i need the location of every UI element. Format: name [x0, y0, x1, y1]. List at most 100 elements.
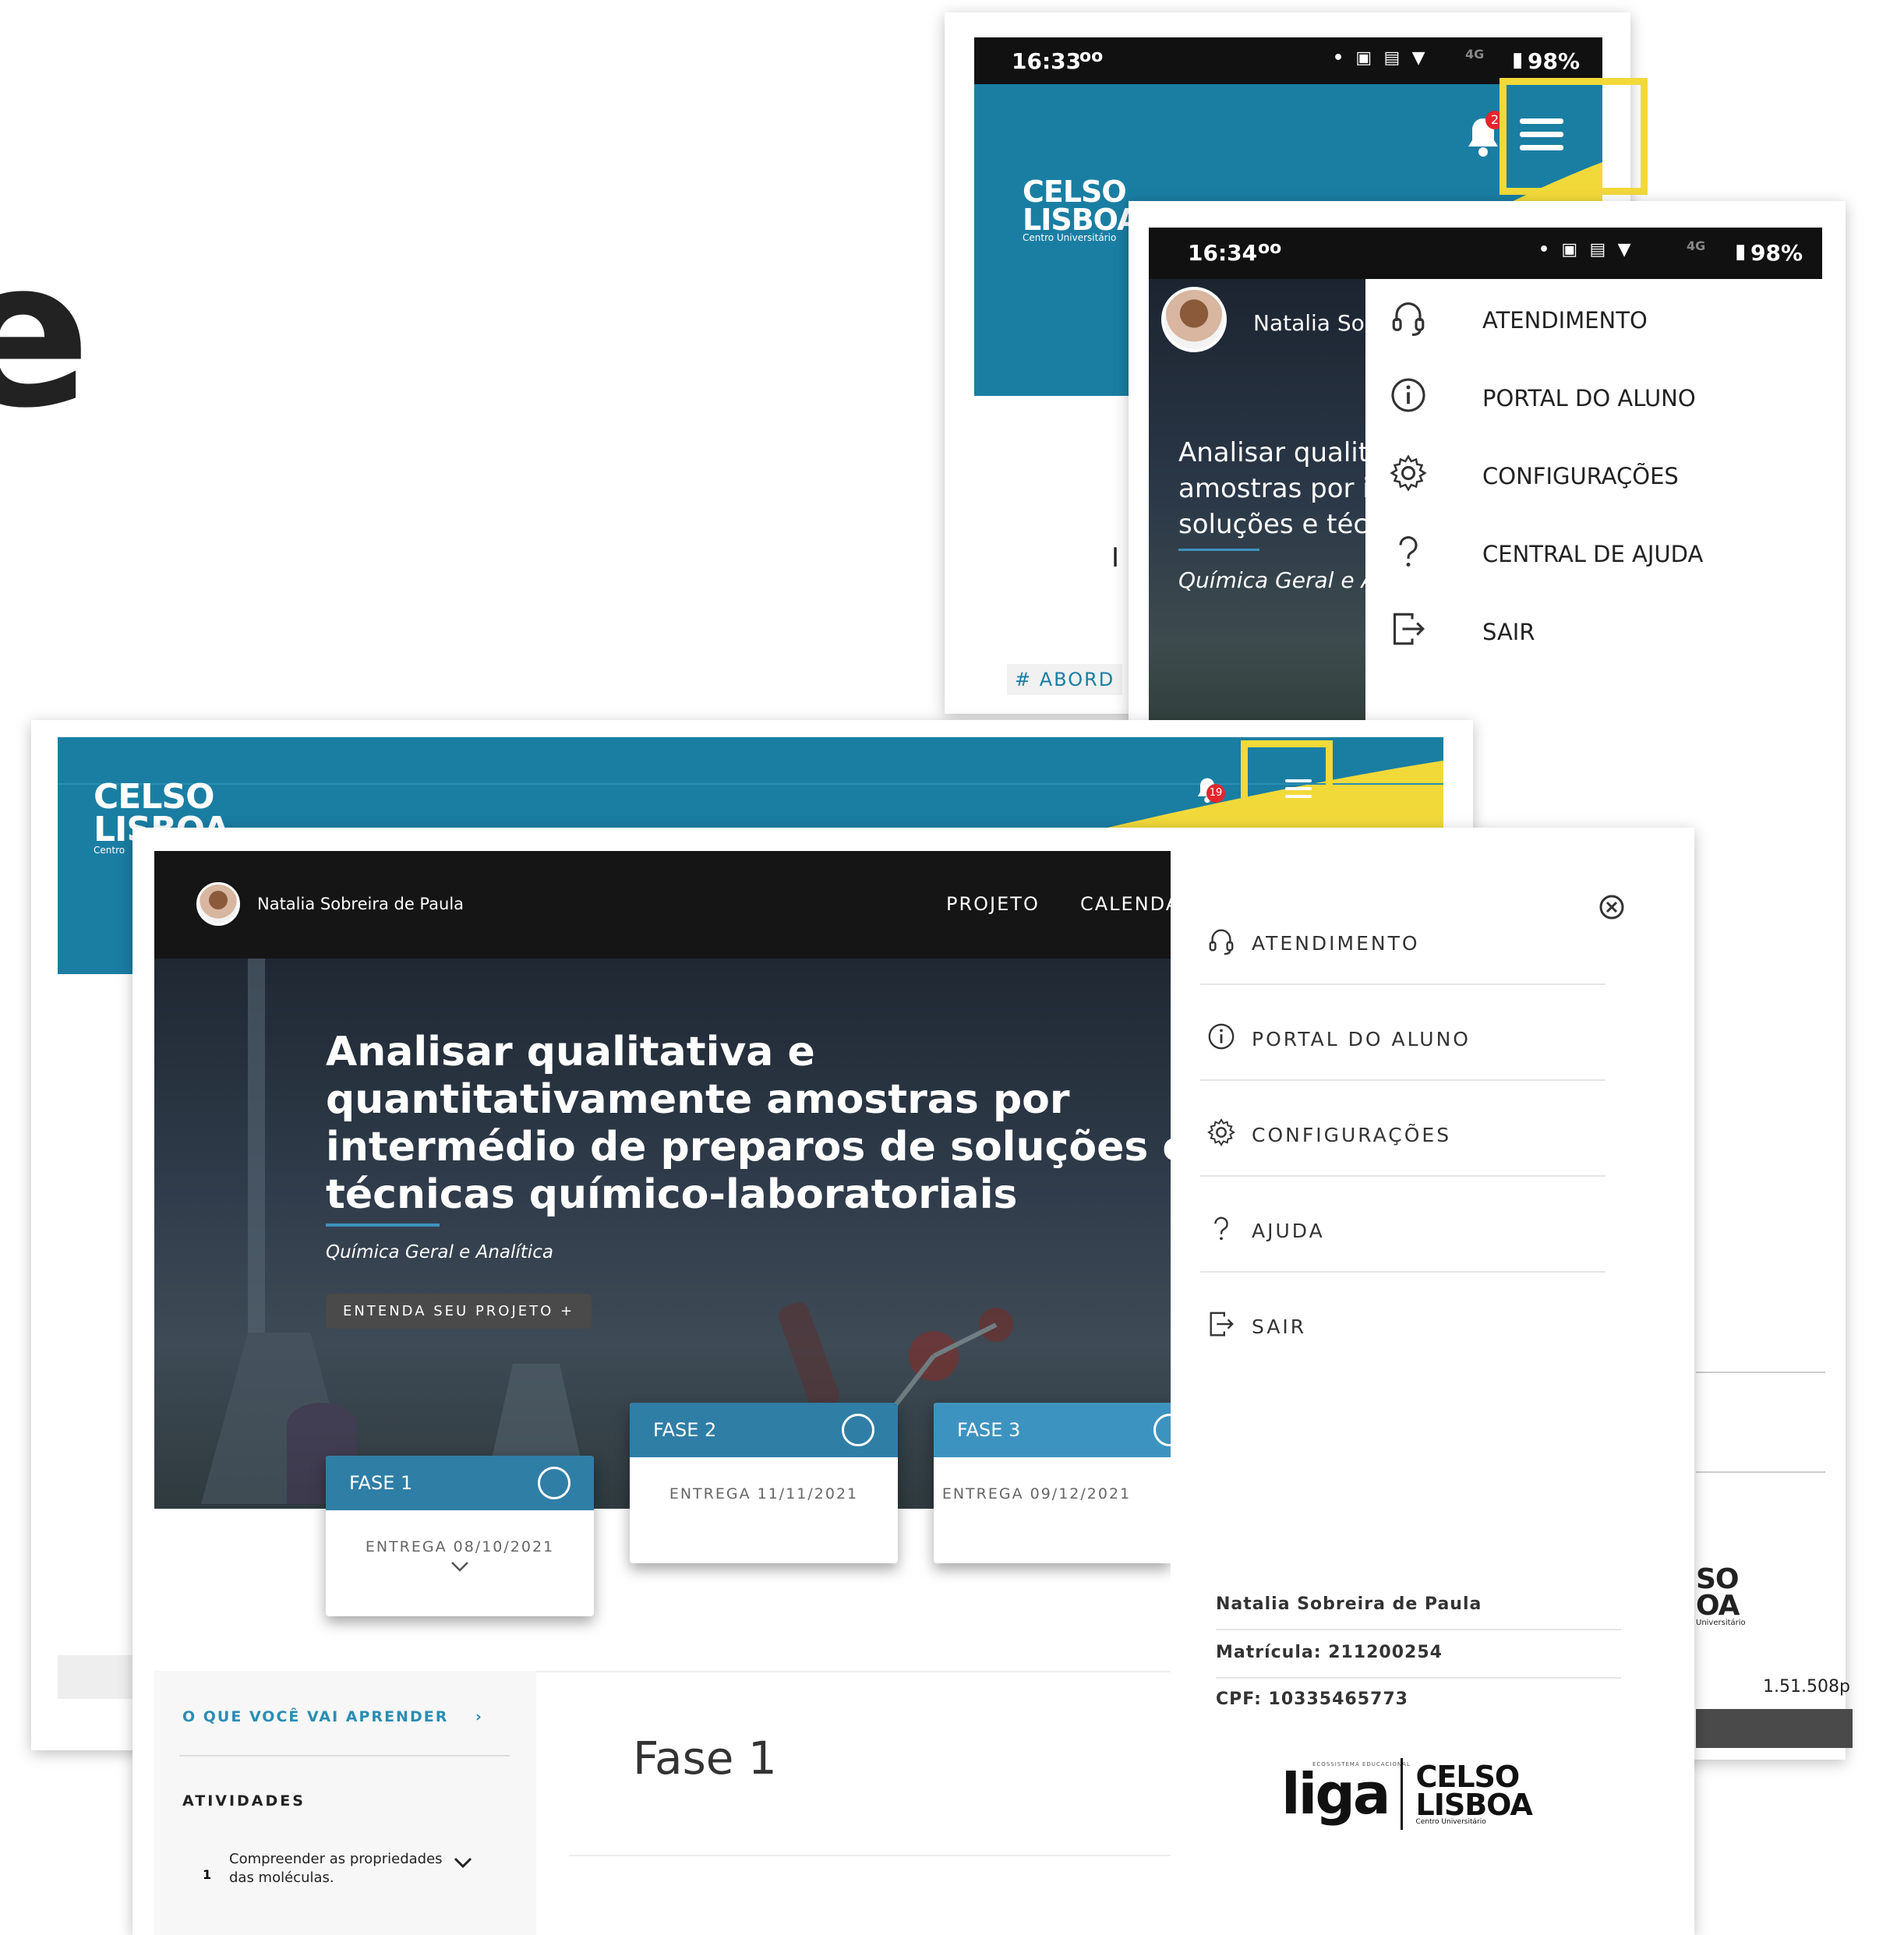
phase-1-status-circle[interactable]: [538, 1467, 570, 1499]
phone1-bell-icon[interactable]: 2: [1465, 111, 1504, 162]
panel-menu-label: PORTAL DO ALUNO: [1252, 1027, 1471, 1050]
learn-link[interactable]: O QUE VOCÊ VAI APRENDER ›: [182, 1708, 483, 1725]
panel-menu-divider: [1200, 1079, 1606, 1081]
phone1-hidden-text: I: [1111, 542, 1120, 574]
sidebar-divider: [179, 1755, 510, 1757]
phone2-menu-item-configura-es[interactable]: CONFIGURAÇÕES: [1389, 454, 1679, 498]
phone2-menu-item-central-de-ajuda[interactable]: CENTRAL DE AJUDA: [1389, 531, 1703, 576]
phase-card-1[interactable]: FASE 1 ENTREGA 08/10/2021: [326, 1456, 594, 1616]
phone2-course: Química Geral e A: [1178, 567, 1365, 593]
panel-menu-label: SAIR: [1252, 1315, 1307, 1338]
phase-2-date: ENTREGA 11/11/2021: [669, 1485, 859, 1502]
phone2-menu-label: CONFIGURAÇÕES: [1482, 462, 1679, 489]
phone2-status-bar: 16:34 oo • ▣ ▤ ▼ 4G ▮ 98%: [1149, 228, 1822, 279]
phase-2-header: FASE 2: [630, 1403, 898, 1457]
phone2-menu-item-sair[interactable]: SAIR: [1389, 609, 1535, 654]
phone2-right-logo: SO OA Universitário: [1696, 1563, 1746, 1628]
desktop-cta-button[interactable]: ENTENDA SEU PROJETO +: [326, 1294, 592, 1329]
phase-3-header: FASE 3: [934, 1403, 1171, 1457]
logout-icon: [1389, 609, 1428, 654]
phone1-status-bar: 16:33 oo • ▣ ▤ ▼ 4G ▮ 98%: [974, 37, 1602, 84]
phase-2-title: FASE 2: [653, 1419, 717, 1441]
phase-1-chevron-down-icon[interactable]: [326, 1560, 594, 1575]
panel-menu-label: AJUDA: [1252, 1219, 1325, 1242]
desktop-bg-notif-badge: 19: [1206, 784, 1225, 803]
panel-footer-logo-celso: CELSO LISBOA Centro Universitário: [1415, 1759, 1532, 1826]
background-heading-fragment: e: [0, 217, 91, 453]
phone1-time: 16:33: [1012, 48, 1082, 74]
phone2-battery-icon: ▮: [1735, 240, 1747, 263]
activities-title: ATIVIDADES: [182, 1792, 306, 1810]
phone1-battery: 98%: [1528, 48, 1581, 74]
phase-heading-divider: [569, 1855, 1171, 1856]
desktop-nav-projeto[interactable]: PROJETO: [946, 893, 1040, 915]
panel-menu-item-atendimento[interactable]: ATENDIMENTO: [1206, 926, 1420, 960]
phone2-menu-item-portal-do-aluno[interactable]: PORTAL DO ALUNO: [1389, 376, 1696, 420]
panel-menu-divider: [1200, 983, 1606, 985]
headset-icon: [1206, 926, 1236, 960]
phone2-menu-label: SAIR: [1482, 618, 1535, 645]
phase-3-status-circle[interactable]: [1153, 1414, 1171, 1446]
panel-info-divider-2: [1216, 1677, 1621, 1679]
phone2-menu-label: CENTRAL DE AJUDA: [1482, 540, 1704, 567]
panel-menu-item-portal-do-aluno[interactable]: PORTAL DO ALUNO: [1206, 1022, 1471, 1056]
desktop-course: Química Geral e Analítica: [326, 1242, 553, 1262]
phone2-voicemail-icon: oo: [1258, 238, 1282, 258]
phone1-tag: # ABORD: [1007, 664, 1123, 695]
close-icon[interactable]: [1598, 893, 1626, 924]
panel-footer-logo-small: ECOSSISTEMA EDUCACIONAL: [1312, 1761, 1411, 1767]
desktop-user-name[interactable]: Natalia Sobreira de Paula: [257, 895, 464, 913]
phase-3-title: FASE 3: [957, 1419, 1021, 1441]
desktop-hero-line2: quantitativamente amostras por: [326, 1076, 1070, 1123]
phone1-menu-highlight: [1500, 78, 1648, 195]
desktop-avatar[interactable]: [196, 882, 240, 926]
phone2-hero-line1: Analisar qualit: [1178, 437, 1365, 468]
panel-cpf: CPF: 10335465773: [1216, 1690, 1408, 1709]
phase-card-3[interactable]: FASE 3 ENTREGA 09/12/2021: [934, 1403, 1171, 1563]
panel-menu-item-configura-es[interactable]: CONFIGURAÇÕES: [1206, 1118, 1451, 1152]
phase-1-title: FASE 1: [349, 1472, 413, 1494]
desktop-hero-line1: Analisar qualitativa e: [326, 1029, 815, 1075]
phone1-signal: 4G: [1465, 47, 1485, 62]
desktop-bg-bell-icon[interactable]: 19: [1196, 776, 1225, 807]
panel-menu-item-sair[interactable]: SAIR: [1206, 1309, 1306, 1344]
phone2-hero-title: Analisar qualit amostras por i soluções …: [1178, 435, 1365, 542]
desktop-hero-line4: técnicas químico-laboratoriais: [326, 1171, 1018, 1218]
desktop-title-underline: [326, 1223, 440, 1227]
phone2-right-divider-2: [1696, 1471, 1825, 1473]
panel-info-divider-1: [1216, 1629, 1621, 1630]
phone2-right-dark-bar: [1696, 1709, 1853, 1748]
panel-footer-logo-liga: liga: [1281, 1761, 1390, 1827]
phone2-hero-line3: soluções e técn: [1178, 509, 1365, 540]
panel-menu-label: ATENDIMENTO: [1252, 931, 1420, 955]
panel-user-name: Natalia Sobreira de Paula: [1216, 1594, 1482, 1614]
panel-menu-label: CONFIGURAÇÕES: [1252, 1123, 1452, 1146]
headset-icon: [1389, 298, 1428, 342]
activity-chevron-down-icon[interactable]: [454, 1856, 472, 1871]
phone1-logo: CELSO LISBOA Centro Universitário: [1023, 177, 1139, 243]
activity-item[interactable]: Compreender as propriedades das moléculas…: [229, 1850, 443, 1887]
learn-chevron-right-icon: ›: [475, 1708, 483, 1725]
panel-menu-item-ajuda[interactable]: AJUDA: [1206, 1213, 1325, 1248]
phone2-avatar: [1161, 287, 1227, 352]
phase-card-2[interactable]: FASE 2 ENTREGA 11/11/2021: [630, 1403, 898, 1563]
gear-icon: [1206, 1118, 1236, 1152]
phone2-right-divider-1: [1696, 1372, 1825, 1373]
help-icon: [1206, 1213, 1236, 1248]
desktop-hero-title: Analisar qualitativa e quantitativamente…: [326, 1029, 1171, 1219]
desktop-menu-highlight: [1241, 740, 1333, 837]
info-icon: [1206, 1022, 1236, 1056]
phone1-voicemail-icon: oo: [1079, 47, 1104, 66]
desktop-content-top-divider: [536, 1671, 1171, 1672]
phase-1-date: ENTREGA 08/10/2021: [365, 1538, 555, 1555]
phone2-menu-label: ATENDIMENTO: [1482, 306, 1648, 334]
phone2-menu-item-atendimento[interactable]: ATENDIMENTO: [1389, 298, 1648, 342]
desktop-nav-calendario[interactable]: CALENDA: [1080, 893, 1180, 915]
phone2-title-underline: [1178, 549, 1259, 551]
desktop-screenshot-front: Natalia Sobreira de Paula PROJETO CALEND…: [132, 828, 1694, 1935]
phone2-menu-label: PORTAL DO ALUNO: [1482, 384, 1696, 411]
phone1-status-icons: • ▣ ▤ ▼: [1333, 48, 1425, 68]
phone2-time: 16:34: [1188, 240, 1258, 266]
phone2-hero-slice: Natalia Sob Analisar qualit amostras por…: [1149, 279, 1365, 762]
phase-2-status-circle[interactable]: [842, 1414, 874, 1446]
